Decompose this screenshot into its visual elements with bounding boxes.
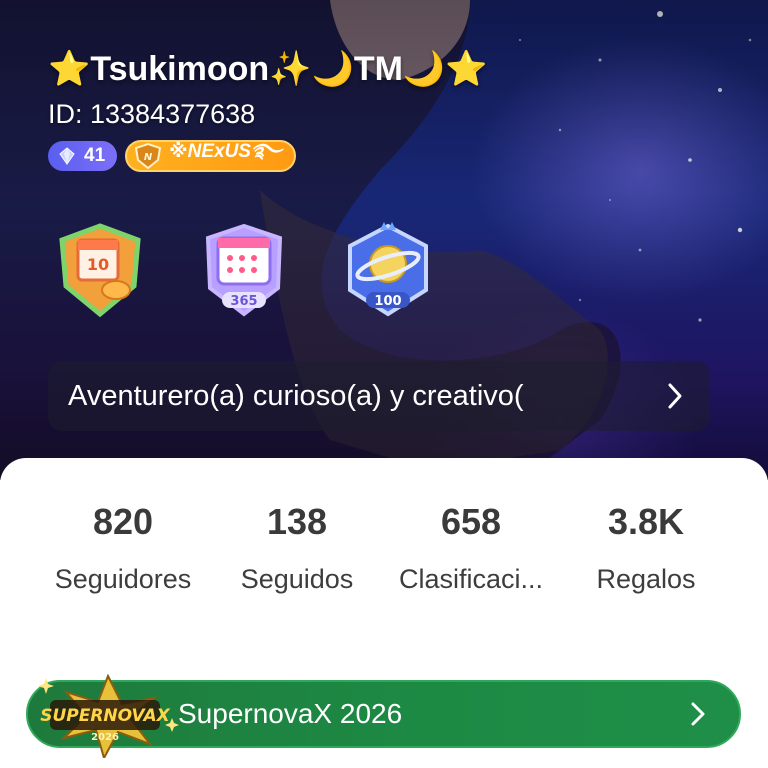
stat-label: Seguidores bbox=[54, 564, 192, 594]
calendar-medal-icon: 10 bbox=[59, 223, 141, 318]
diamond-level-value: 41 bbox=[84, 145, 106, 166]
stat-label: Seguidos bbox=[240, 564, 354, 594]
diamond-icon bbox=[59, 147, 75, 165]
event-logo-text: SUPERNOVAX bbox=[40, 706, 170, 726]
planet-100-medal[interactable]: 100 bbox=[340, 220, 436, 320]
nexus-badge-label: ※NExUS࿐ bbox=[169, 141, 282, 162]
stat-value: 3.8K bbox=[607, 501, 685, 542]
event-logo-year: 2026 bbox=[91, 732, 119, 743]
stat-value: 820 bbox=[92, 501, 154, 542]
profile-id: ID: 13384377638 bbox=[48, 99, 256, 129]
bio-bar[interactable]: Aventurero(a) curioso(a) y creativo( bbox=[48, 361, 710, 431]
svg-text:N: N bbox=[144, 152, 153, 163]
chevron-right-icon[interactable] bbox=[640, 361, 710, 431]
stat-followers[interactable]: 820 Seguidores bbox=[33, 498, 213, 595]
supernovax-logo-icon: SUPERNOVAX 2026 bbox=[38, 674, 179, 758]
stat-following[interactable]: 138 Seguidos bbox=[207, 498, 387, 595]
supernovax-event-banner[interactable]: SUPERNOVAX 2026 SupernovaX 2026 bbox=[26, 674, 741, 758]
medal-label: 365 bbox=[230, 294, 257, 309]
nexus-family-badge[interactable]: N ※NExUS࿐ bbox=[125, 140, 296, 172]
calendar-365-icon: 365 bbox=[205, 223, 283, 317]
planet-medal-icon: 100 bbox=[348, 222, 428, 317]
shield-icon: N bbox=[135, 142, 162, 170]
diamond-level-badge[interactable]: 41 bbox=[48, 141, 118, 171]
medal-label: 10 bbox=[87, 255, 109, 274]
stat-value: 138 bbox=[266, 501, 328, 542]
stat-label: Regalos bbox=[596, 564, 696, 594]
stat-label: Clasificaci... bbox=[398, 564, 544, 594]
stat-gifts[interactable]: 3.8K Regalos bbox=[556, 498, 736, 595]
calendar-365-medal[interactable]: 365 bbox=[196, 220, 292, 320]
profile-display-name: ⭐Tsukimoon✨🌙TM🌙⭐ bbox=[48, 50, 488, 88]
stat-ranking[interactable]: 658 Clasificaci... bbox=[381, 498, 561, 595]
chevron-right-icon bbox=[691, 702, 705, 726]
event-label: SupernovaX 2026 bbox=[178, 698, 403, 729]
stat-value: 658 bbox=[440, 501, 502, 542]
badge-row: 41 N ※NExUS࿐ bbox=[48, 140, 296, 172]
bio-text: Aventurero(a) curioso(a) y creativo( bbox=[68, 379, 524, 412]
medal-label: 100 bbox=[374, 294, 401, 309]
calendar-check-in-medal[interactable]: 10 bbox=[52, 220, 148, 320]
